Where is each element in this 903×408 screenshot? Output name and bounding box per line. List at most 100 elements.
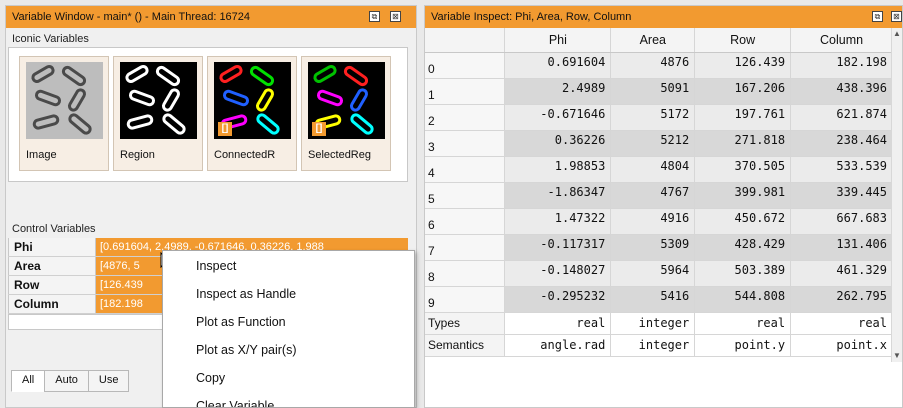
cell-phi[interactable]: -1.86347 xyxy=(504,182,612,209)
vertical-scrollbar[interactable]: ▲ ▼ xyxy=(891,28,902,362)
cell-area[interactable]: 4916 xyxy=(610,208,696,235)
table-row[interactable]: 2 -0.671646 5172 197.761 621.874 xyxy=(425,104,893,131)
row-index[interactable]: 3 xyxy=(425,130,506,157)
cell-area[interactable]: 5964 xyxy=(610,260,696,287)
cell-row[interactable]: 126.439 xyxy=(694,52,792,79)
cell-row[interactable]: 271.818 xyxy=(694,130,792,157)
cell-row[interactable]: 197.761 xyxy=(694,104,792,131)
variable-window-titlebar[interactable]: Variable Window - main* () - Main Thread… xyxy=(6,6,416,28)
thumbnail-connected-regions[interactable]: [] ConnectedR xyxy=(207,56,297,171)
cell-row[interactable]: 167.206 xyxy=(694,78,792,105)
tab-all[interactable]: All xyxy=(11,370,46,392)
cell-column[interactable]: 438.396 xyxy=(790,78,893,105)
row-index[interactable]: 6 xyxy=(425,208,506,235)
row-index[interactable]: 2 xyxy=(425,104,506,131)
tab-user[interactable]: Use xyxy=(87,370,130,392)
thumbnail-selected-regions[interactable]: [] SelectedReg xyxy=(301,56,391,171)
cell-row[interactable]: 450.672 xyxy=(694,208,792,235)
variable-inspect-titlebar[interactable]: Variable Inspect: Phi, Area, Row, Column… xyxy=(425,6,902,28)
table-row[interactable]: 7 -0.117317 5309 428.429 131.406 xyxy=(425,234,893,261)
cell-area[interactable]: 4876 xyxy=(610,52,696,79)
cell-row[interactable]: 399.981 xyxy=(694,182,792,209)
row-index[interactable]: 0 xyxy=(425,52,506,79)
cell-phi[interactable]: 1.47322 xyxy=(504,208,612,235)
thumbnail-region[interactable]: Region xyxy=(113,56,203,171)
tuple-badge-icon: [] xyxy=(312,122,326,136)
control-name: Row xyxy=(8,276,96,294)
cell-column[interactable]: 182.198 xyxy=(790,52,893,79)
cell-phi[interactable]: -0.148027 xyxy=(504,260,612,287)
cell-area[interactable]: 5212 xyxy=(610,130,696,157)
tab-auto[interactable]: Auto xyxy=(44,370,89,392)
thumbnail-caption: SelectedReg xyxy=(308,149,371,161)
cell-phi[interactable]: 1.98853 xyxy=(504,156,612,183)
column-header-area[interactable]: Area xyxy=(610,28,696,53)
cell-area[interactable]: 5309 xyxy=(610,234,696,261)
cell-row[interactable]: 503.389 xyxy=(694,260,792,287)
cell-column[interactable]: 339.445 xyxy=(790,182,893,209)
control-variables-label: Control Variables xyxy=(12,223,96,235)
cell-phi[interactable]: 0.691604 xyxy=(504,52,612,79)
row-index[interactable]: 8 xyxy=(425,260,506,287)
cell-phi[interactable]: -0.295232 xyxy=(504,286,612,313)
float-icon[interactable]: ⧉ xyxy=(369,11,380,22)
cell-column[interactable]: 533.539 xyxy=(790,156,893,183)
menu-item-plot-as-xy-pairs[interactable]: Plot as X/Y pair(s) xyxy=(163,335,414,363)
table-row[interactable]: 1 2.4989 5091 167.206 438.396 xyxy=(425,78,893,105)
cell-column[interactable]: 262.795 xyxy=(790,286,893,313)
cell-column[interactable]: 621.874 xyxy=(790,104,893,131)
table-row[interactable]: 8 -0.148027 5964 503.389 461.329 xyxy=(425,260,893,287)
row-index[interactable]: 4 xyxy=(425,156,506,183)
cell-row[interactable]: 370.505 xyxy=(694,156,792,183)
table-row[interactable]: 4 1.98853 4804 370.505 533.539 xyxy=(425,156,893,183)
table-row[interactable]: 0 0.691604 4876 126.439 182.198 xyxy=(425,52,893,79)
cell-column[interactable]: 461.329 xyxy=(790,260,893,287)
thumbnail-image[interactable]: Image xyxy=(19,56,109,171)
cell-phi[interactable]: -0.671646 xyxy=(504,104,612,131)
cell-row[interactable]: 428.429 xyxy=(694,234,792,261)
scroll-up-arrow-icon[interactable]: ▲ xyxy=(892,28,902,40)
cell-area[interactable]: 5172 xyxy=(610,104,696,131)
close-icon[interactable]: ⊠ xyxy=(390,11,401,22)
scroll-down-arrow-icon[interactable]: ▼ xyxy=(892,350,902,362)
grid-header-row: Phi Area Row Column xyxy=(425,28,893,53)
table-row[interactable]: 6 1.47322 4916 450.672 667.683 xyxy=(425,208,893,235)
menu-item-clear-variable[interactable]: Clear Variable xyxy=(163,391,414,407)
column-header-phi[interactable]: Phi xyxy=(504,28,612,53)
cell-phi[interactable]: -0.117317 xyxy=(504,234,612,261)
variable-window-title: Variable Window - main* () - Main Thread… xyxy=(12,11,251,23)
row-index[interactable]: 9 xyxy=(425,286,506,313)
iconic-variables-label: Iconic Variables xyxy=(12,33,89,45)
types-row-cell: real xyxy=(694,312,792,335)
semantics-row-cell: point.y xyxy=(694,334,792,357)
row-index[interactable]: 1 xyxy=(425,78,506,105)
table-row[interactable]: 3 0.36226 5212 271.818 238.464 xyxy=(425,130,893,157)
cell-row[interactable]: 544.808 xyxy=(694,286,792,313)
types-row: Types real integer real real xyxy=(425,312,893,335)
row-index[interactable]: 7 xyxy=(425,234,506,261)
types-row-label: Types xyxy=(425,312,506,335)
menu-item-copy[interactable]: Copy xyxy=(163,363,414,391)
row-index[interactable]: 5 xyxy=(425,182,506,209)
types-row-cell: integer xyxy=(610,312,696,335)
cell-column[interactable]: 131.406 xyxy=(790,234,893,261)
menu-item-plot-as-function[interactable]: Plot as Function xyxy=(163,307,414,335)
connected-regions-preview: [] xyxy=(214,62,291,139)
table-row[interactable]: 5 -1.86347 4767 399.981 339.445 xyxy=(425,182,893,209)
cell-area[interactable]: 4804 xyxy=(610,156,696,183)
table-row[interactable]: 9 -0.295232 5416 544.808 262.795 xyxy=(425,286,893,313)
cell-column[interactable]: 667.683 xyxy=(790,208,893,235)
menu-item-inspect[interactable]: Inspect xyxy=(163,251,414,279)
cell-area[interactable]: 5416 xyxy=(610,286,696,313)
close-icon[interactable]: ⊠ xyxy=(891,11,902,22)
cell-area[interactable]: 5091 xyxy=(610,78,696,105)
float-icon[interactable]: ⧉ xyxy=(872,11,883,22)
menu-item-inspect-as-handle[interactable]: Inspect as Handle xyxy=(163,279,414,307)
cell-area[interactable]: 4767 xyxy=(610,182,696,209)
context-menu: Inspect Inspect as Handle Plot as Functi… xyxy=(162,250,415,408)
column-header-column[interactable]: Column xyxy=(790,28,893,53)
column-header-row[interactable]: Row xyxy=(694,28,792,53)
cell-column[interactable]: 238.464 xyxy=(790,130,893,157)
cell-phi[interactable]: 2.4989 xyxy=(504,78,612,105)
cell-phi[interactable]: 0.36226 xyxy=(504,130,612,157)
